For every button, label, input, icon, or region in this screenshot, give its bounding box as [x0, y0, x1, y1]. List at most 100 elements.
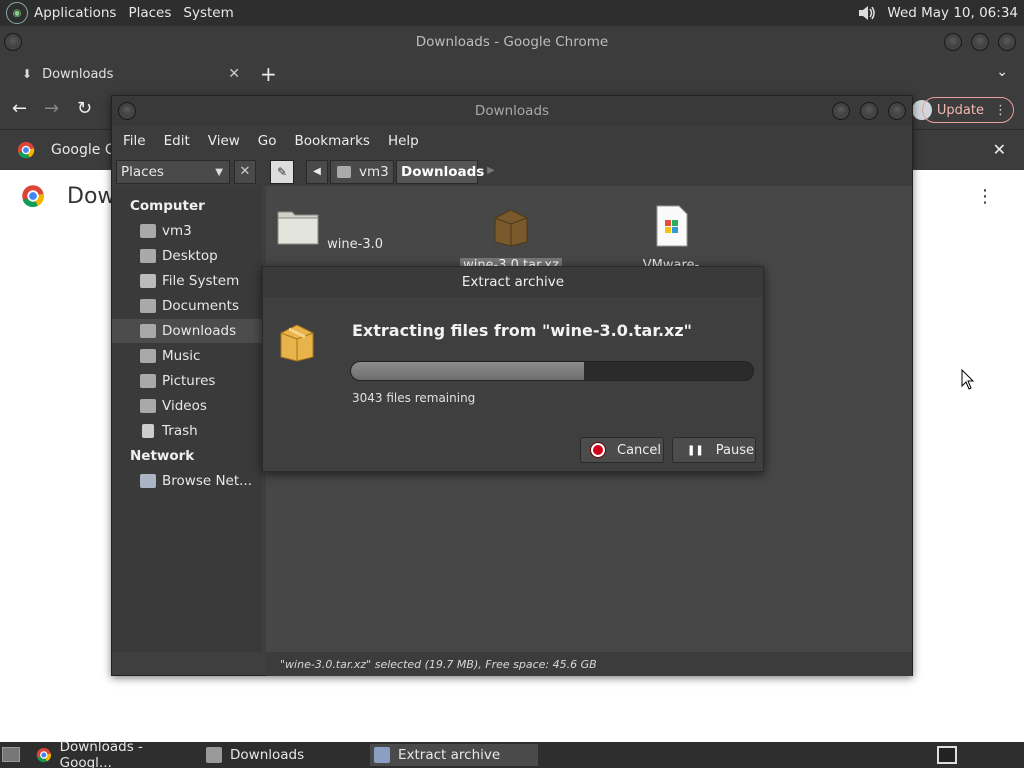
taskbar-label: Extract archive — [398, 747, 501, 763]
trash-icon — [142, 424, 154, 438]
sidebar-item-browse-network[interactable]: Browse Net... — [112, 469, 262, 493]
more-vert-icon[interactable]: ⋮ — [994, 103, 1007, 118]
tab-close-icon[interactable]: ✕ — [228, 66, 240, 82]
sidebar-item-videos[interactable]: Videos — [112, 394, 262, 418]
update-button[interactable]: Update ⋮ — [921, 97, 1014, 123]
chrome-titlebar[interactable]: Downloads - Google Chrome — [0, 26, 1024, 58]
edit-location-icon[interactable]: ✎ — [270, 160, 294, 184]
file-item-wine-archive[interactable]: wine-3.0.tar.xz — [446, 204, 576, 273]
taskbar-label: Downloads - Googl... — [59, 739, 143, 768]
extract-progress-bar — [350, 361, 754, 381]
downloads-folder-icon — [140, 324, 156, 338]
window-menu-button[interactable] — [118, 102, 136, 120]
pause-button[interactable]: ❚❚ Pause — [672, 437, 756, 463]
archive-box-icon — [494, 209, 528, 247]
show-desktop-icon[interactable] — [2, 747, 20, 762]
folder-icon — [206, 747, 222, 763]
breadcrumb-right-arrow-icon[interactable]: ▶ — [480, 160, 502, 184]
breadcrumb-vm3-label: vm3 — [359, 164, 389, 180]
chrome-logo-icon — [17, 141, 35, 159]
document-icon — [656, 205, 688, 247]
clock[interactable]: Wed May 10, 06:34 — [887, 5, 1018, 21]
cancel-button[interactable]: Cancel — [580, 437, 664, 463]
stop-icon — [591, 443, 605, 457]
menu-system[interactable]: System — [183, 5, 233, 21]
menu-help[interactable]: Help — [388, 133, 419, 149]
new-tab-button[interactable]: + — [260, 62, 277, 86]
progress-fill — [351, 362, 585, 380]
dialog-heading: Extracting files from "wine-3.0.tar.xz" — [352, 321, 692, 340]
sidebar-item-label: Downloads — [162, 323, 237, 339]
menu-edit[interactable]: Edit — [164, 133, 190, 149]
sidebar-item-label: Documents — [162, 298, 239, 314]
maximize-button[interactable] — [860, 102, 878, 120]
sidebar-item-vm3[interactable]: vm3 — [112, 219, 262, 243]
sidebar-item-music[interactable]: Music — [112, 344, 262, 368]
chrome-tabstrip: ⬇ Downloads ✕ + ⌄ — [0, 58, 1024, 90]
breadcrumb-left-arrow-icon[interactable]: ◀ — [306, 160, 328, 184]
package-icon — [280, 324, 314, 362]
infobar-close-icon[interactable]: ✕ — [993, 140, 1006, 159]
minimize-button[interactable] — [944, 33, 962, 51]
archive-manager-icon — [374, 747, 390, 763]
taskbar-item-file-manager[interactable]: Downloads — [206, 744, 366, 766]
tab-search-chevron-icon[interactable]: ⌄ — [996, 64, 1008, 80]
sidebar-close-icon[interactable]: ✕ — [234, 160, 256, 184]
mint-menu-icon[interactable]: ◉ — [6, 2, 28, 24]
file-item-wine-folder[interactable]: wine-3.0 — [266, 204, 396, 252]
menu-applications[interactable]: Applications — [34, 5, 116, 21]
breadcrumb-downloads-label: Downloads — [401, 164, 485, 180]
menu-file[interactable]: File — [123, 133, 146, 149]
menu-view[interactable]: View — [208, 133, 240, 149]
sidebar-item-label: File System — [162, 273, 240, 289]
forward-arrow-icon[interactable]: → — [44, 98, 59, 119]
sidebar-header-computer: Computer — [130, 198, 205, 214]
breadcrumb-downloads[interactable]: Downloads — [396, 160, 484, 184]
taskbar-label: Downloads — [230, 747, 305, 763]
chrome-logo-icon — [36, 747, 51, 763]
tab-label: Downloads — [42, 66, 114, 82]
bottom-panel: Downloads - Googl... Downloads Extract a… — [0, 739, 1024, 768]
menu-bookmarks[interactable]: Bookmarks — [295, 133, 370, 149]
fm-window-title: Downloads — [474, 103, 550, 119]
folder-icon — [277, 211, 319, 245]
sidebar-item-trash[interactable]: Trash — [112, 419, 262, 443]
menu-go[interactable]: Go — [258, 133, 277, 149]
close-button[interactable] — [888, 102, 906, 120]
breadcrumb-vm3[interactable]: vm3 — [330, 160, 394, 184]
back-arrow-icon[interactable]: ← — [12, 98, 27, 119]
minimize-button[interactable] — [832, 102, 850, 120]
sidebar-item-documents[interactable]: Documents — [112, 294, 262, 318]
sidebar-item-desktop[interactable]: Desktop — [112, 244, 262, 268]
fm-toolbar: Places ▼ ✕ ✎ ◀ vm3 Downloads ▶ — [112, 156, 912, 186]
places-dropdown[interactable]: Places ▼ — [116, 160, 230, 184]
sidebar-item-downloads[interactable]: Downloads — [112, 319, 262, 343]
mouse-cursor-icon — [961, 369, 975, 390]
sidebar-item-filesystem[interactable]: File System — [112, 269, 262, 293]
volume-icon[interactable] — [857, 4, 877, 22]
window-menu-button[interactable] — [4, 33, 22, 51]
sidebar-header-network: Network — [130, 448, 195, 464]
dialog-titlebar[interactable]: Extract archive — [263, 267, 763, 297]
page-more-vert-icon[interactable]: ⋮ — [976, 186, 994, 207]
sidebar-item-label: Music — [162, 348, 201, 364]
taskbar-item-extract[interactable]: Extract archive — [370, 744, 538, 766]
sidebar-item-label: Trash — [162, 423, 198, 439]
infobar-text: Google C — [51, 142, 115, 158]
menu-places[interactable]: Places — [128, 5, 171, 21]
close-button[interactable] — [998, 33, 1016, 51]
music-folder-icon — [140, 349, 156, 363]
reload-icon[interactable]: ↻ — [77, 98, 92, 119]
update-label: Update — [936, 102, 984, 118]
sidebar-item-pictures[interactable]: Pictures — [112, 369, 262, 393]
maximize-button[interactable] — [971, 33, 989, 51]
dropdown-arrow-icon: ▼ — [215, 166, 223, 178]
videos-folder-icon — [140, 399, 156, 413]
tab-downloads[interactable]: ⬇ Downloads ✕ — [8, 58, 248, 90]
workspace-switcher-icon[interactable] — [937, 746, 957, 764]
taskbar-item-chrome[interactable]: Downloads - Googl... — [36, 739, 196, 768]
drive-icon — [140, 274, 156, 288]
fm-titlebar[interactable]: Downloads — [112, 96, 912, 126]
extract-dialog: Extract archive Extracting files from "w… — [262, 266, 764, 472]
chrome-logo-icon — [22, 185, 44, 208]
